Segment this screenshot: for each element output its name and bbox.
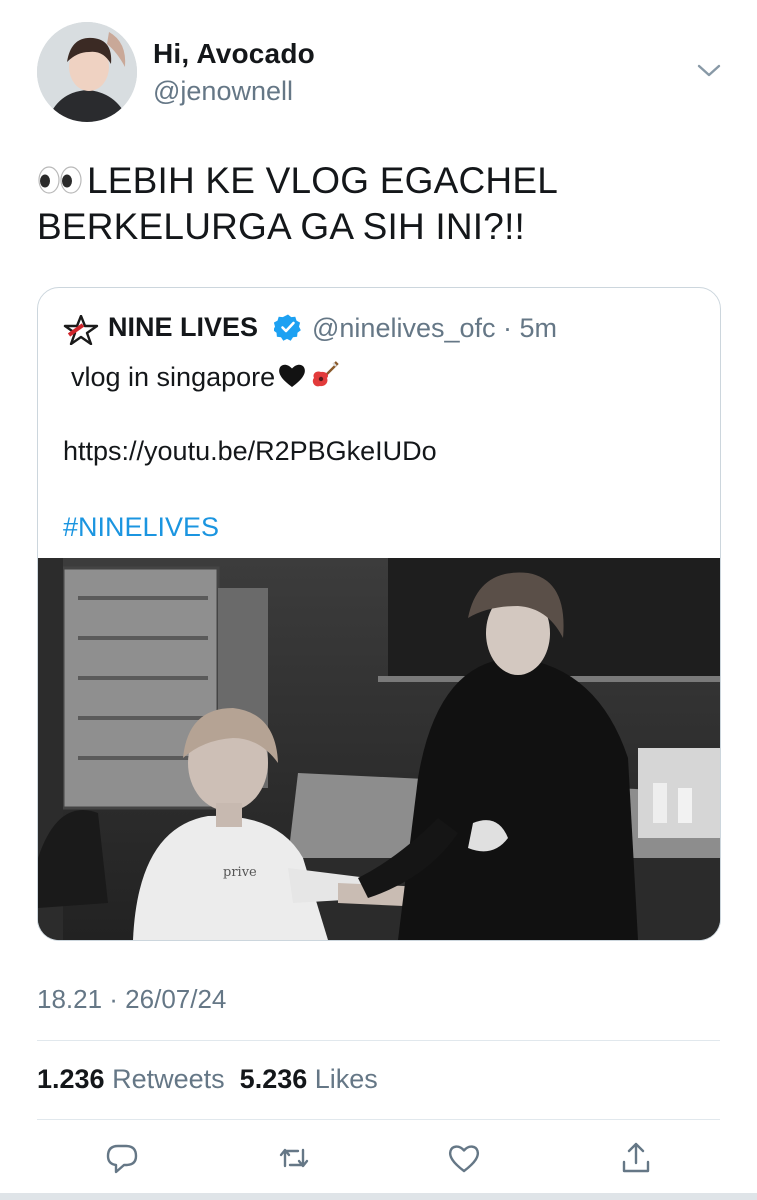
share-icon[interactable]	[618, 1140, 654, 1176]
likes-label[interactable]: Likes	[315, 1064, 378, 1094]
retweets-label[interactable]: Retweets	[112, 1064, 225, 1094]
tweet-text-line1: LEBIH KE VLOG EGACHEL	[87, 160, 558, 201]
quoted-author-name[interactable]: NINE LIVES	[108, 312, 258, 343]
quoted-media-photo[interactable]: prive	[38, 558, 720, 940]
verified-icon	[273, 313, 302, 341]
author-display-name[interactable]: Hi, Avocado	[153, 38, 315, 70]
quoted-tweet-card[interactable]: NINE LIVES @ninelives_ofc · 5m vlog in s…	[37, 287, 721, 941]
author-avatar[interactable]	[37, 22, 137, 122]
tweet-timestamp[interactable]: 18.21 · 26/07/24	[37, 984, 226, 1015]
tweet-stats: 1.236 Retweets 5.236 Likes	[37, 1064, 378, 1095]
eyes-emoji-icon	[37, 160, 83, 194]
likes-count[interactable]: 5.236	[240, 1064, 308, 1094]
divider	[37, 1119, 720, 1120]
reply-icon[interactable]	[104, 1140, 140, 1176]
like-icon[interactable]	[446, 1140, 482, 1176]
divider	[37, 1040, 720, 1041]
quoted-handle-time[interactable]: @ninelives_ofc · 5m	[312, 313, 557, 344]
tweet-text: LEBIH KE VLOG EGACHEL BERKELURGA GA SIH …	[37, 158, 727, 250]
tweet-text-line2: BERKELURGA GA SIH INI?!!	[37, 206, 526, 247]
quoted-text: vlog in singapore	[71, 362, 276, 392]
quoted-hashtag[interactable]: #NINELIVES	[63, 512, 219, 543]
guitar-icon	[309, 360, 339, 390]
bottom-bar	[0, 1193, 757, 1200]
chevron-down-icon[interactable]	[696, 60, 722, 80]
author-handle[interactable]: @jenownell	[153, 76, 293, 107]
nine-lives-logo-icon	[63, 314, 99, 346]
black-heart-icon	[277, 360, 307, 390]
quoted-link[interactable]: https://youtu.be/R2PBGkeIUDo	[63, 436, 437, 467]
quoted-text-line: vlog in singapore	[71, 360, 339, 393]
retweets-count[interactable]: 1.236	[37, 1064, 105, 1094]
shirt-text: prive	[223, 865, 257, 880]
retweet-icon[interactable]	[276, 1140, 312, 1176]
